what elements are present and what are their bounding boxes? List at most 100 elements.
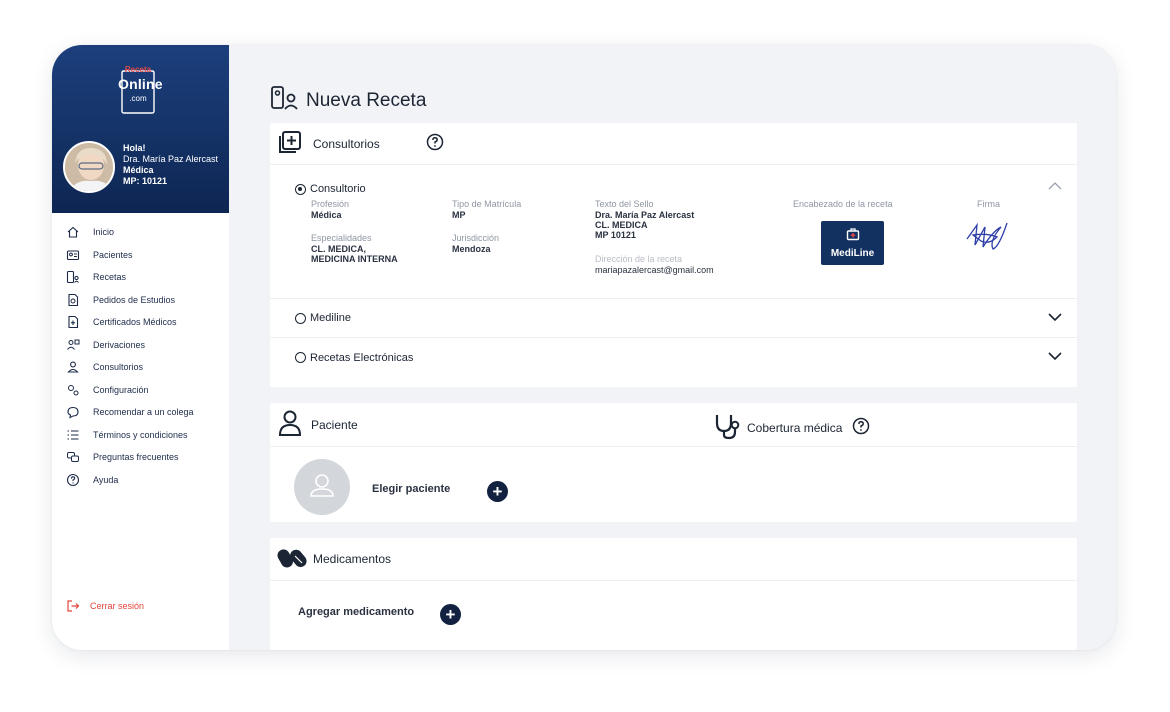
sidebar-item-label: Certificados Médicos [93, 317, 177, 328]
id-card-icon [66, 248, 80, 262]
sidebar-item-consultorios[interactable]: Consultorios [66, 356, 226, 379]
main-content: Nueva Receta Consultorios Consultorio Pr… [229, 45, 1116, 650]
consultorios-title: Consultorios [313, 136, 380, 151]
paciente-header: Paciente Cobertura médica [270, 403, 1077, 447]
consultorios-card: Consultorios Consultorio Profesión Médic… [270, 123, 1077, 387]
sidebar-item-preguntas[interactable]: Preguntas frecuentes [66, 446, 226, 469]
sidebar-item-pedidos-estudios[interactable]: Pedidos de Estudios [66, 289, 226, 312]
home-icon [66, 225, 80, 239]
firma-label: Firma [977, 199, 1000, 209]
sidebar-nav: Inicio Pacientes Recetas Pedidos de Estu… [66, 221, 226, 491]
sidebar-item-recomendar[interactable]: Recomendar a un colega [66, 401, 226, 424]
sidebar-item-label: Preguntas frecuentes [93, 452, 179, 463]
option-label: Mediline [310, 312, 351, 324]
add-medication-button[interactable]: + [440, 604, 461, 625]
especialidades-label: Especialidades [311, 233, 372, 243]
sidebar-header: Receta Online .com Hola! Dra. María Paz … [52, 45, 229, 213]
add-patient-button[interactable]: + [487, 481, 508, 502]
help-icon [66, 473, 80, 487]
sidebar-item-inicio[interactable]: Inicio [66, 221, 226, 244]
chevron-up-icon[interactable] [1047, 178, 1063, 196]
sidebar-item-label: Términos y condiciones [93, 429, 188, 440]
logout-button[interactable]: Cerrar sesión [66, 599, 144, 613]
avatar[interactable] [63, 141, 115, 193]
sidebar-item-derivaciones[interactable]: Derivaciones [66, 334, 226, 357]
chevron-down-icon[interactable] [1047, 351, 1063, 364]
option-label: Recetas Electrónicas [310, 351, 414, 364]
sidebar-item-label: Recetas [93, 272, 127, 283]
medicamentos-card: Medicamentos Agregar medicamento + [270, 538, 1077, 650]
user-greeting: Hola! [123, 143, 146, 153]
help-icon[interactable] [426, 133, 444, 154]
logo-main-text: Online [118, 76, 163, 92]
patient-avatar-placeholder[interactable] [294, 459, 350, 515]
sidebar-item-label: Pedidos de Estudios [93, 294, 176, 305]
consultorio-option-recetas-electronicas[interactable]: Recetas Electrónicas [270, 338, 1077, 377]
sidebar: Receta Online .com Hola! Dra. María Paz … [52, 45, 229, 650]
pills-icon [277, 546, 309, 573]
user-placeholder-icon [310, 474, 334, 497]
page-title-text: Nueva Receta [306, 90, 427, 111]
user-photo-icon [65, 143, 113, 191]
matricula-label: Tipo de Matrícula [452, 199, 522, 209]
sidebar-item-configuracion[interactable]: Configuración [66, 379, 226, 402]
sidebar-item-label: Recomendar a un colega [93, 407, 194, 418]
medicamentos-title: Medicamentos [313, 552, 392, 566]
sello-line-3: MP 10121 [595, 230, 636, 240]
sidebar-item-recetas[interactable]: Recetas [66, 266, 226, 289]
consultorio-name: Consultorio [310, 183, 366, 195]
cobertura-medica: Cobertura médica [713, 412, 870, 443]
profesion-label: Profesión [311, 199, 350, 209]
sidebar-item-label: Derivaciones [93, 339, 146, 350]
user-info: Hola! Dra. María Paz Alercast Médica MP:… [123, 143, 218, 187]
sidebar-item-label: Consultorios [93, 362, 144, 373]
signature-icon [963, 217, 1011, 262]
radio-checked-icon [295, 183, 306, 195]
consultorio-radio[interactable]: Consultorio [295, 183, 366, 195]
app-window: Receta Online .com Hola! Dra. María Paz … [52, 45, 1116, 650]
prescription-icon [270, 85, 300, 117]
app-logo[interactable]: Receta Online .com [118, 65, 163, 117]
consultorio-option-mediline[interactable]: Mediline [270, 299, 1077, 338]
sidebar-item-pacientes[interactable]: Pacientes [66, 244, 226, 267]
logout-icon [66, 599, 80, 613]
sidebar-item-certificados[interactable]: Certificados Médicos [66, 311, 226, 334]
sidebar-item-ayuda[interactable]: Ayuda [66, 469, 226, 492]
cobertura-title: Cobertura médica [747, 420, 843, 435]
jurisdiccion-value: Mendoza [452, 244, 491, 254]
chevron-down-icon[interactable] [1047, 312, 1063, 325]
sidebar-item-label: Inicio [93, 227, 115, 238]
user-license: MP: 10121 [123, 176, 168, 186]
especialidad-1: CL. MEDICA, [311, 244, 366, 254]
sidebar-item-label: Pacientes [93, 249, 133, 260]
user-name: Dra. María Paz Alercast [123, 154, 219, 164]
consultorios-header: Consultorios [270, 123, 1077, 165]
logo-suffix-text: .com [129, 94, 147, 103]
sello-line-1: Dra. María Paz Alercast [595, 210, 695, 220]
page-title: Nueva Receta [270, 85, 426, 117]
elegir-paciente-label[interactable]: Elegir paciente [372, 483, 450, 495]
sidebar-item-label: Ayuda [93, 474, 119, 485]
study-doc-icon [66, 293, 80, 307]
stethoscope-icon [713, 412, 747, 443]
jurisdiccion-label: Jurisdicción [452, 233, 500, 243]
help-icon[interactable] [852, 417, 870, 438]
paciente-card: Paciente Cobertura médica Elegir pacient… [270, 403, 1077, 522]
add-office-icon [277, 130, 303, 157]
consultorio-option-selected: Consultorio Profesión Médica Tipo de Mat… [270, 165, 1077, 299]
direccion-label: Dirección de la receta [595, 254, 683, 264]
sidebar-item-terminos[interactable]: Términos y condiciones [66, 424, 226, 447]
recommend-icon [66, 405, 80, 419]
especialidad-2: MEDICINA INTERNA [311, 254, 398, 264]
logo-top-text: Receta [124, 65, 152, 74]
office-user-icon [66, 360, 80, 374]
sidebar-item-label: Configuración [93, 384, 149, 395]
paciente-title: Paciente [311, 417, 358, 432]
mediline-header-logo: MediLine [821, 221, 884, 265]
logo-frame-icon [121, 70, 155, 114]
user-role: Médica [123, 165, 154, 175]
faq-icon [66, 450, 80, 464]
radio-unchecked-icon [295, 352, 306, 363]
mediline-logo-text: MediLine [830, 248, 875, 259]
agregar-medicamento-label[interactable]: Agregar medicamento [298, 606, 414, 618]
